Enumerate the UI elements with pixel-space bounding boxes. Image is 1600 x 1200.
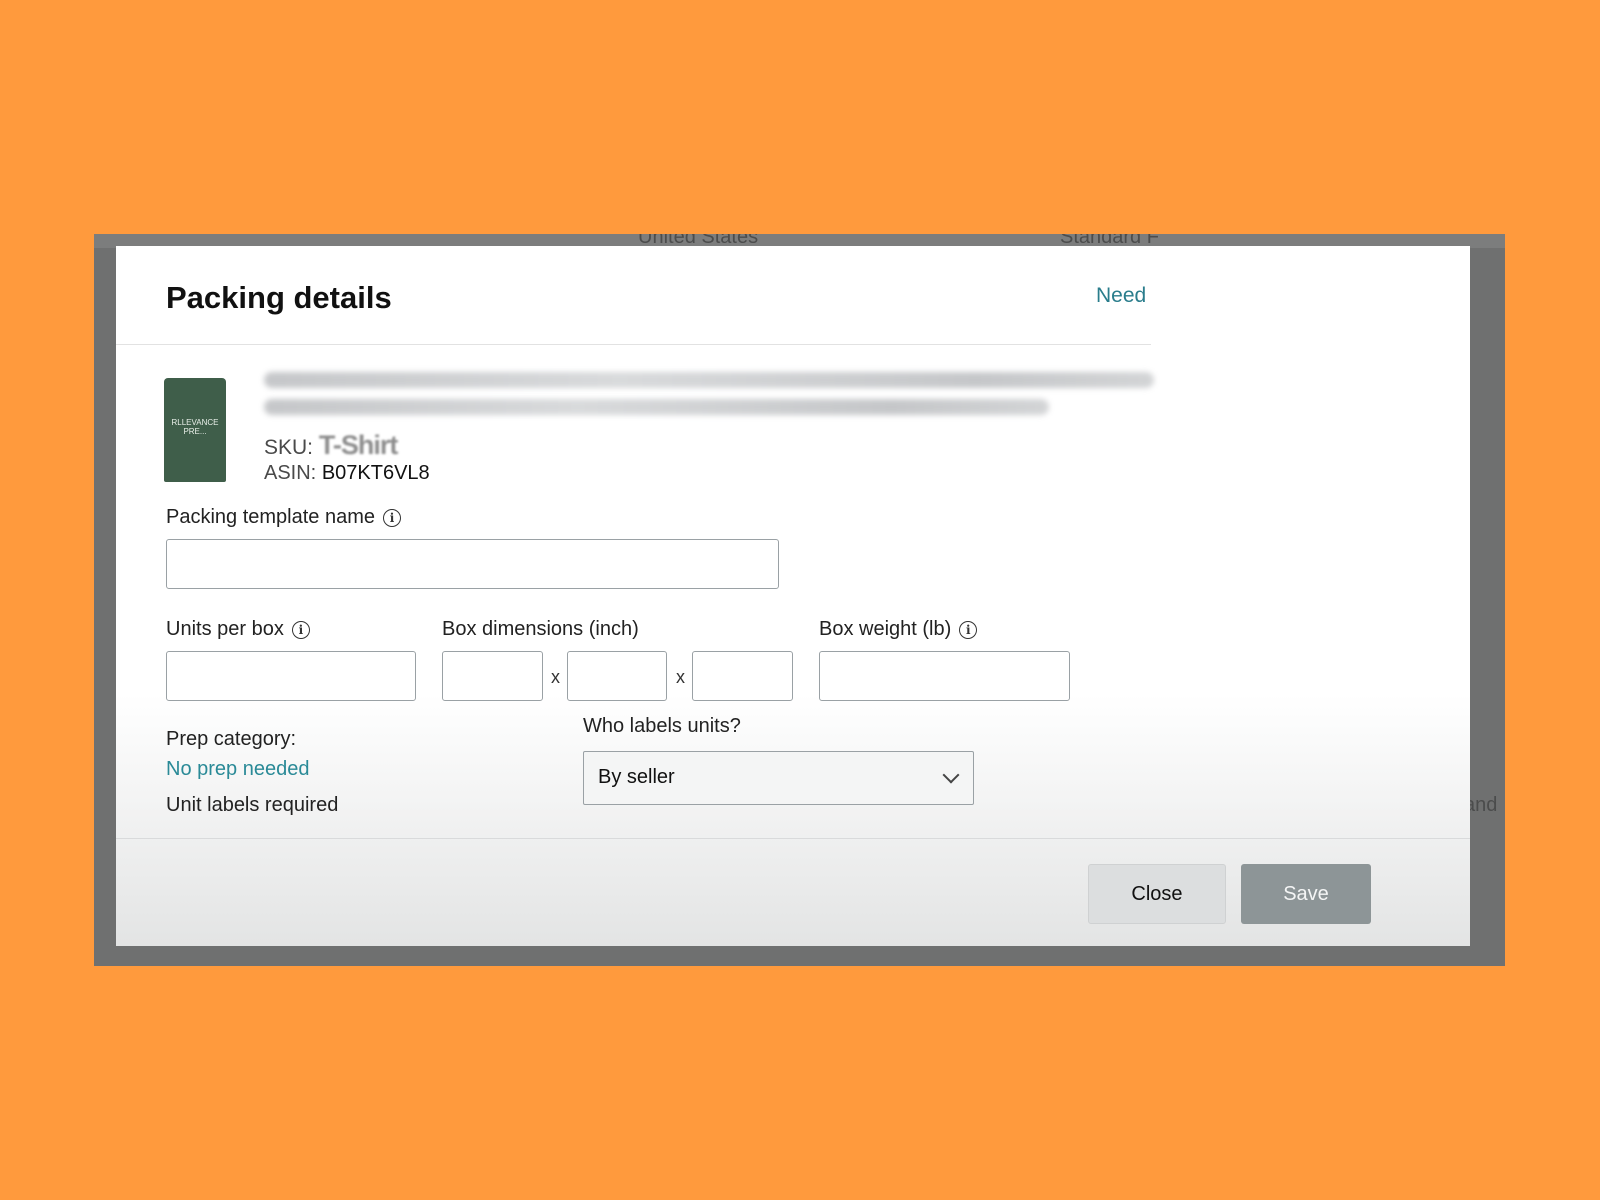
units-per-box-label: Units per box i	[166, 618, 310, 641]
box-weight-label-text: Box weight (lb)	[819, 618, 952, 640]
box-length-input[interactable]	[442, 651, 543, 701]
asin-label: ASIN:	[264, 462, 317, 484]
box-dimensions-label: Box dimensions (inch)	[442, 618, 639, 641]
info-circle-icon[interactable]: i	[291, 620, 310, 639]
who-labels-units-value: By seller	[598, 766, 675, 788]
template-name-input[interactable]	[166, 539, 779, 589]
box-weight-label: Box weight (lb) i	[819, 618, 978, 641]
help-link[interactable]: Need	[1096, 284, 1146, 308]
template-name-label-text: Packing template name	[166, 506, 376, 528]
info-circle-icon[interactable]: i	[959, 620, 978, 639]
sku-value: T-Shirt	[318, 430, 398, 460]
modal-header: Packing details Need	[116, 246, 1151, 345]
close-button[interactable]: Close	[1088, 864, 1226, 924]
sku-row: SKU: T-Shirt	[264, 430, 398, 461]
modal-title: Packing details	[166, 280, 392, 315]
info-circle-icon[interactable]: i	[383, 508, 402, 527]
template-name-label: Packing template name i	[166, 506, 402, 529]
box-weight-input[interactable]	[819, 651, 1070, 701]
asin-value: B07KT6VL8	[321, 462, 430, 484]
product-thumbnail: RLLEVANCE PRE...	[164, 378, 226, 482]
product-thumbnail-brand: RLLEVANCE PRE...	[171, 418, 219, 436]
who-labels-units-label: Who labels units?	[583, 715, 741, 737]
packing-details-modal: Packing details Need RLLEVANCE PRE... SK…	[116, 246, 1470, 946]
dimension-separator: x	[551, 667, 560, 687]
prep-category-link[interactable]: No prep needed	[166, 758, 309, 781]
units-per-box-input[interactable]	[166, 651, 416, 701]
chevron-down-icon	[942, 766, 960, 784]
product-title-line-1	[264, 372, 1154, 388]
asin-row: ASIN: B07KT6VL8	[264, 462, 430, 485]
product-title-line-2	[264, 399, 1049, 415]
units-per-box-label-text: Units per box	[166, 618, 284, 640]
sku-label: SKU:	[264, 436, 314, 459]
dimension-separator: x	[676, 667, 685, 687]
footer-divider	[116, 838, 1470, 839]
unit-labels-note: Unit labels required	[166, 794, 339, 816]
box-width-input[interactable]	[567, 651, 667, 701]
prep-category-label: Prep category:	[166, 728, 297, 750]
box-height-input[interactable]	[692, 651, 793, 701]
who-labels-units-select[interactable]: By seller	[583, 751, 974, 805]
box-dimensions-label-text: Box dimensions (inch)	[442, 618, 639, 640]
save-button[interactable]: Save	[1241, 864, 1371, 924]
